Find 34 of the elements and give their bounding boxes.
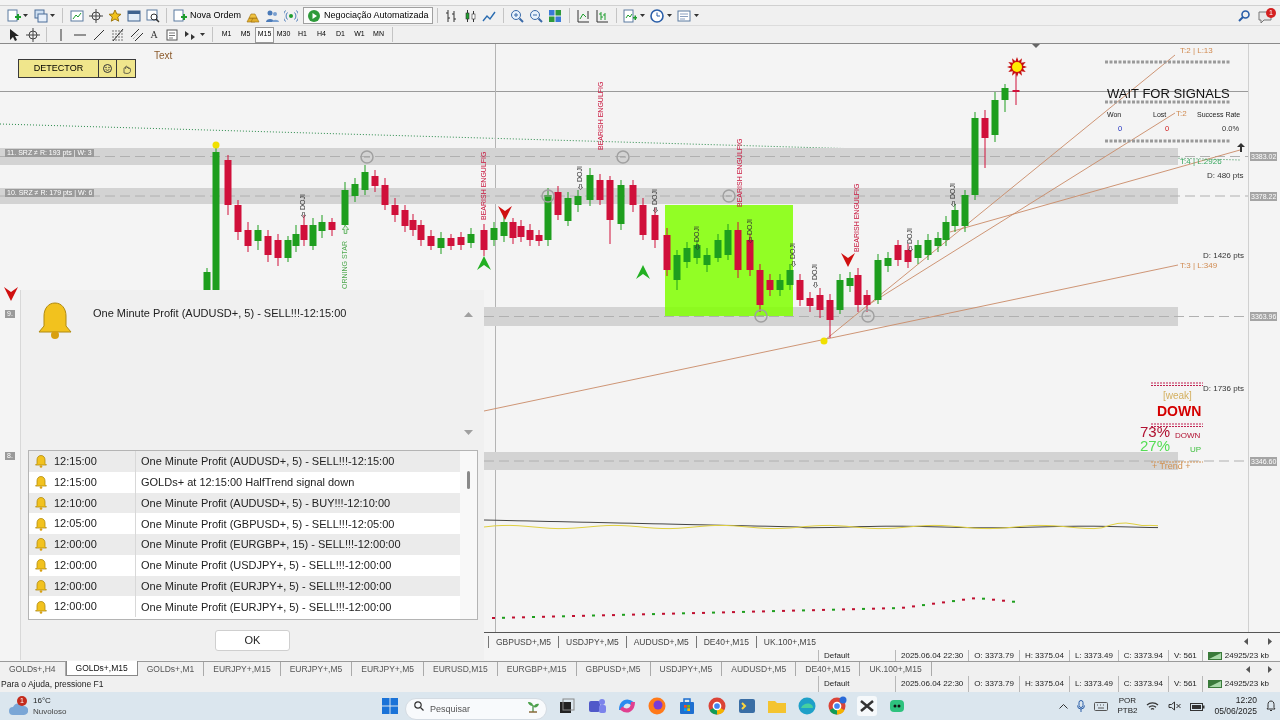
alert-text: One Minute Profit (AUDUSD+, 5) - BUY!!!-12:10:00: [140, 495, 391, 511]
trend-strength: [weak]: [1163, 391, 1192, 401]
alert-text: One Minute Profit (USDJPY+, 5) - SELL!!!-12:00:00: [140, 558, 392, 574]
line-label: T:2: [1176, 110, 1187, 118]
alert-message: One Minute Profit (AUDUSD+, 5) - SELL!!!-12:15:00: [93, 306, 347, 320]
line-label: D: 480 pts: [1207, 172, 1244, 180]
line-label: T:4 | L:2926: [1180, 158, 1222, 166]
status-field: 24925/23 kb: [1224, 649, 1269, 661]
up-label: UP: [1190, 446, 1202, 454]
alert-time: 12:15:00: [48, 451, 136, 472]
temperature: 16°C: [33, 695, 52, 706]
alert-text: One Minute Profit (GBPUSD+, 5) - SELL!!!-12:05:00: [140, 516, 395, 532]
down-label: DOWN: [1175, 432, 1201, 440]
line-label: D: 1736 pts: [1203, 385, 1244, 393]
trend-direction: DOWN: [1157, 404, 1202, 418]
line-label: T:3 | L:349: [1180, 262, 1218, 270]
signal-panel-title: WAIT FOR SIGNALS: [1107, 87, 1230, 100]
line-label: T:2 | L:13: [1180, 47, 1213, 55]
alert-text: One Minute Profit (AUDUSD+, 5) - SELL!!!-12:15:00: [140, 454, 395, 470]
weather-condition: Nuvoloso: [33, 706, 67, 717]
alert-text: One Minute Profit (EURJPY+, 5) - SELL!!!-12:00:00: [140, 599, 392, 615]
status-field: 24925/23 kb: [1224, 678, 1269, 690]
alert-text: One Minute Profit (EURGBP+, 15) - SELL!!!-12:00:00: [140, 537, 401, 553]
chart-text-label: Text: [154, 51, 173, 61]
alert-text: One Minute Profit (EURJPY+, 5) - SELL!!!-12:00:00: [140, 578, 392, 594]
alert-time: 12:00:00: [48, 596, 136, 617]
alert-time: 12:00:00: [48, 554, 136, 576]
down-percentage: 73%: [1140, 425, 1171, 439]
alert-time: 12:00:00: [48, 534, 136, 555]
alert-time: 12:15:00: [48, 471, 136, 493]
up-percentage: 27%: [1140, 439, 1171, 453]
alert-text: GOLDs+ at 12:15:00 HalfTrend signal down: [140, 475, 355, 491]
status-help-text: Para o Ajuda, pressione F1: [0, 677, 105, 691]
line-label: D: 1426 pts: [1203, 252, 1244, 260]
